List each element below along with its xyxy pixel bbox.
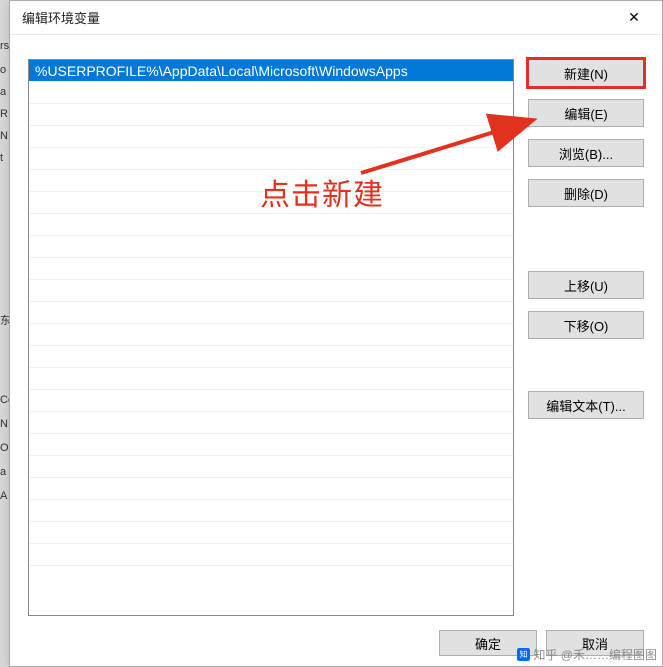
- bg-fragment: N: [0, 130, 8, 142]
- move-up-button[interactable]: 上移(U): [528, 271, 644, 299]
- ok-button[interactable]: 确定: [439, 630, 537, 656]
- edit-env-var-dialog: 编辑环境变量 ✕ %USERPROFILE%\AppData\Local\Mic…: [9, 0, 663, 667]
- list-item-empty[interactable]: [29, 346, 513, 368]
- list-item-empty[interactable]: [29, 126, 513, 148]
- new-button[interactable]: 新建(N): [528, 59, 644, 87]
- bg-fragment: O: [0, 442, 9, 454]
- list-item[interactable]: %USERPROFILE%\AppData\Local\Microsoft\Wi…: [29, 60, 513, 82]
- close-icon: ✕: [628, 9, 640, 26]
- list-item-empty[interactable]: [29, 236, 513, 258]
- bg-fragment: A: [0, 490, 7, 502]
- cancel-button[interactable]: 取消: [546, 630, 644, 656]
- list-item-empty[interactable]: [29, 148, 513, 170]
- list-item-empty[interactable]: [29, 390, 513, 412]
- list-item-empty[interactable]: [29, 522, 513, 544]
- browse-button[interactable]: 浏览(B)...: [528, 139, 644, 167]
- button-column: 新建(N) 编辑(E) 浏览(B)... 删除(D) 上移(U) 下移(O) 编…: [528, 59, 644, 616]
- list-item-empty[interactable]: [29, 258, 513, 280]
- bg-fragment: a: [0, 466, 6, 478]
- list-item-empty[interactable]: [29, 544, 513, 566]
- path-listbox[interactable]: %USERPROFILE%\AppData\Local\Microsoft\Wi…: [28, 59, 514, 616]
- edit-text-button[interactable]: 编辑文本(T)...: [528, 391, 644, 419]
- list-item-empty[interactable]: [29, 478, 513, 500]
- dialog-content: %USERPROFILE%\AppData\Local\Microsoft\Wi…: [10, 35, 662, 666]
- delete-button[interactable]: 删除(D): [528, 179, 644, 207]
- dialog-bottom-buttons: 确定 取消: [439, 620, 644, 666]
- list-item-empty[interactable]: [29, 368, 513, 390]
- bg-fragment: a: [0, 86, 6, 98]
- bg-fragment: R: [0, 108, 8, 120]
- bg-fragment: N: [0, 418, 8, 430]
- list-item-empty[interactable]: [29, 170, 513, 192]
- list-item-empty[interactable]: [29, 434, 513, 456]
- list-item-empty[interactable]: [29, 192, 513, 214]
- list-item-empty[interactable]: [29, 214, 513, 236]
- dialog-title: 编辑环境变量: [22, 8, 100, 27]
- list-item-empty[interactable]: [29, 302, 513, 324]
- list-item-empty[interactable]: [29, 280, 513, 302]
- edit-button[interactable]: 编辑(E): [528, 99, 644, 127]
- list-item-empty[interactable]: [29, 82, 513, 104]
- list-item-empty[interactable]: [29, 104, 513, 126]
- list-item-empty[interactable]: [29, 500, 513, 522]
- list-item-empty[interactable]: [29, 324, 513, 346]
- bg-fragment: o: [0, 64, 6, 76]
- close-button[interactable]: ✕: [614, 4, 654, 32]
- list-item-empty[interactable]: [29, 456, 513, 478]
- titlebar: 编辑环境变量 ✕: [10, 1, 662, 35]
- bg-fragment: rs: [0, 40, 9, 52]
- move-down-button[interactable]: 下移(O): [528, 311, 644, 339]
- list-item-empty[interactable]: [29, 412, 513, 434]
- bg-fragment: t: [0, 152, 3, 164]
